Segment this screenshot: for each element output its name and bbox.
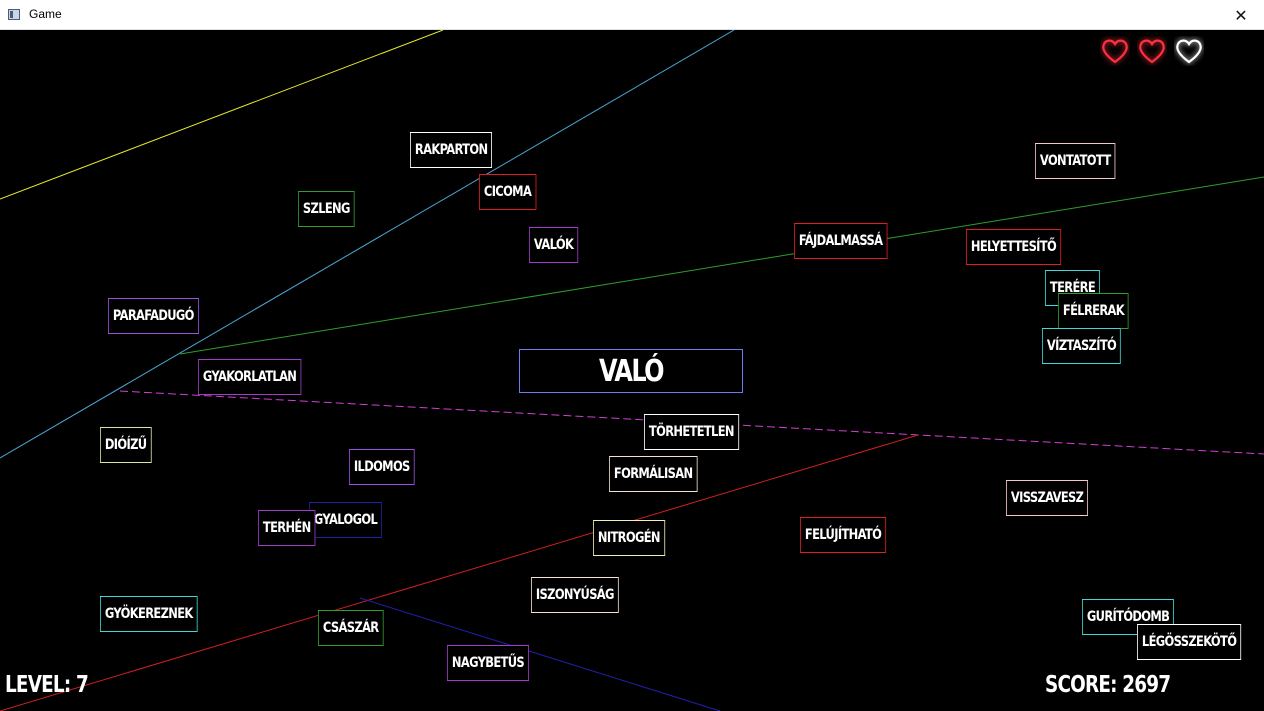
word-box: FORMÁLISAN bbox=[609, 456, 698, 492]
word-box: RAKPARTON bbox=[410, 132, 493, 168]
app-icon bbox=[8, 9, 20, 20]
word-box: VÍZTASZÍTÓ bbox=[1042, 328, 1122, 364]
word-box: NAGYBETŰS bbox=[447, 645, 529, 681]
game-canvas[interactable]: RAKPARTON CICOMA SZLENG VALÓK VONTATOTT … bbox=[0, 30, 1264, 711]
word-box: PARAFADUGÓ bbox=[108, 298, 199, 334]
window-titlebar: Game ✕ bbox=[0, 0, 1264, 30]
word-box: TERHÉN bbox=[258, 510, 316, 546]
word-box: ISZONYÚSÁG bbox=[531, 577, 619, 613]
word-box: DIÓÍZŰ bbox=[100, 427, 152, 463]
heart-icon bbox=[1139, 39, 1165, 64]
window-title: Game bbox=[29, 7, 62, 21]
word-box: LÉGÖSSZEKÖTŐ bbox=[1137, 624, 1242, 660]
word-box: VALÓK bbox=[529, 227, 579, 263]
trail-line bbox=[0, 30, 444, 200]
trail-line bbox=[0, 30, 735, 459]
word-box: TÖRHETETLEN bbox=[644, 414, 739, 450]
word-box: VISSZAVESZ bbox=[1006, 480, 1089, 516]
trail-line bbox=[359, 597, 721, 711]
lives-display bbox=[1100, 36, 1210, 68]
word-box: FÁJDALMASSÁ bbox=[794, 223, 888, 259]
heart-icon bbox=[1176, 39, 1202, 64]
word-box: SZLENG bbox=[298, 191, 355, 227]
heart-icon bbox=[1102, 39, 1128, 64]
word-box: CICOMA bbox=[479, 174, 537, 210]
word-box: CSÁSZÁR bbox=[318, 610, 384, 646]
word-box: ILDOMOS bbox=[349, 449, 415, 485]
target-word-text: VALÓ bbox=[599, 353, 665, 389]
word-box: FELÚJÍTHATÓ bbox=[800, 517, 887, 553]
word-box: GYÖKEREZNEK bbox=[100, 596, 198, 632]
score-label: SCORE: 2697 bbox=[1045, 672, 1171, 698]
word-box: GYAKORLATLAN bbox=[198, 359, 302, 395]
word-box: VONTATOTT bbox=[1035, 143, 1116, 179]
word-box: FÉLRERAK bbox=[1058, 293, 1129, 329]
level-label: LEVEL: 7 bbox=[5, 672, 89, 698]
target-word: VALÓ bbox=[519, 349, 743, 393]
word-box: GYALOGOL bbox=[309, 502, 383, 538]
word-box: NITROGÉN bbox=[593, 520, 665, 556]
close-button[interactable]: ✕ bbox=[1218, 0, 1264, 30]
word-box: HELYETTESÍTŐ bbox=[966, 229, 1062, 265]
